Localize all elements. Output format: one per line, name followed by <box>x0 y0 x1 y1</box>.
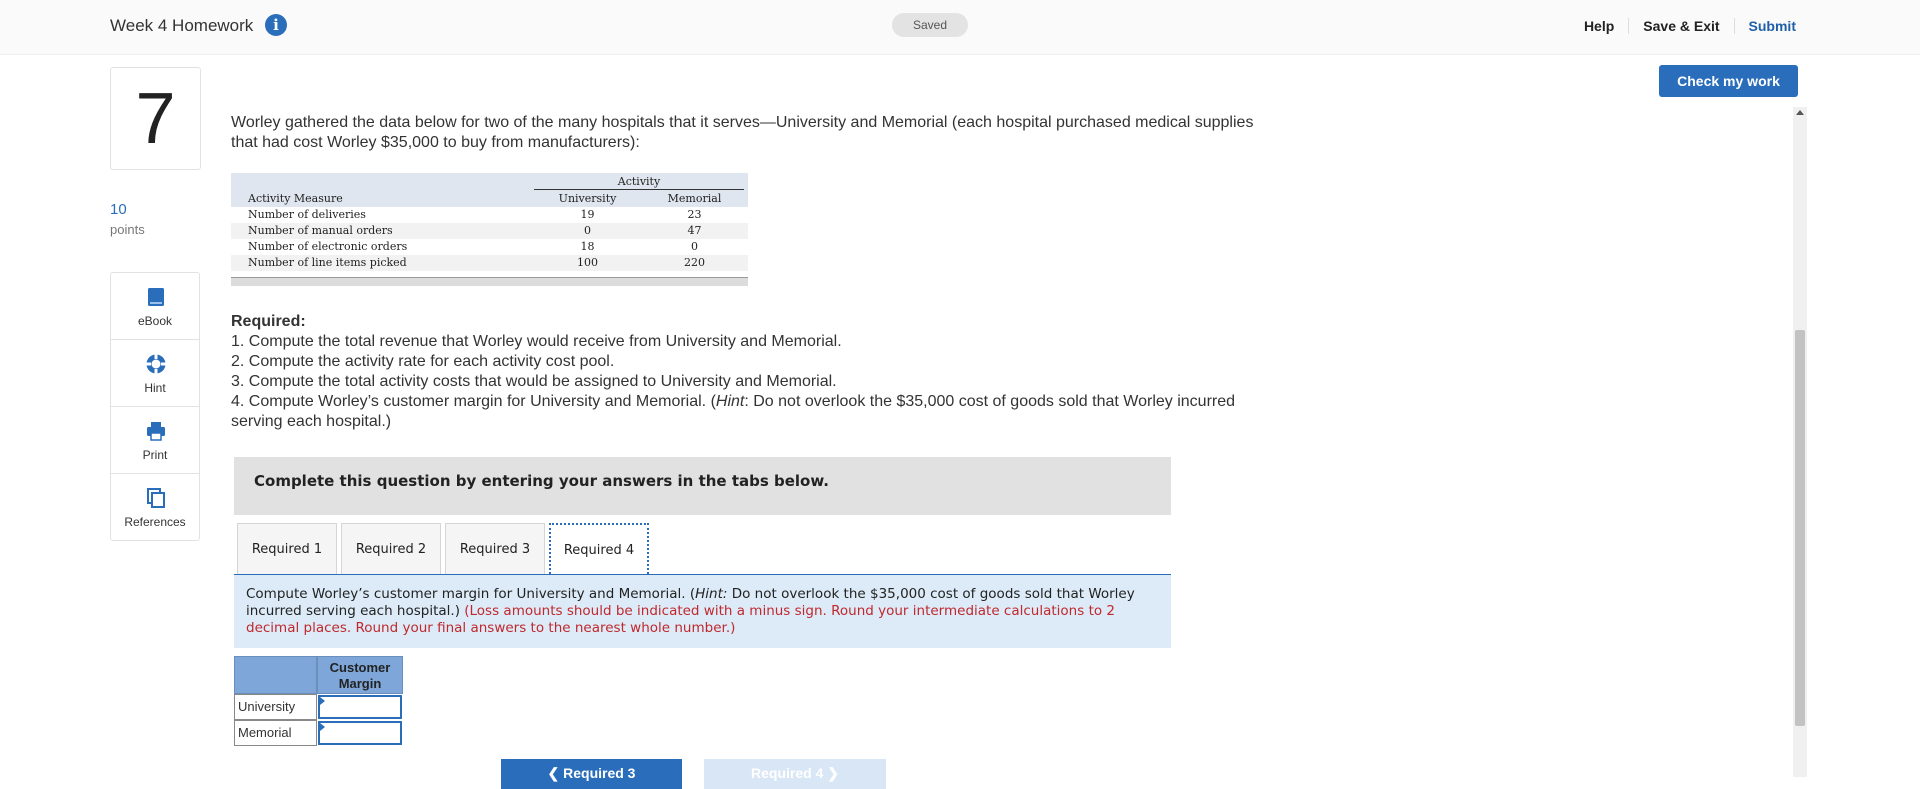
memorial-value: 220 <box>684 256 705 269</box>
memorial-margin-input[interactable] <box>318 721 402 745</box>
input-marker-icon <box>320 723 325 731</box>
answer-header-customer-margin: Customer Margin <box>317 656 403 694</box>
required-item-4-start: 4. Compute Worley’s customer margin for … <box>231 393 716 410</box>
memorial-value: 23 <box>687 208 702 221</box>
answer-row-label-memorial: Memorial <box>234 720 317 746</box>
check-my-work-button[interactable]: Check my work <box>1659 65 1798 97</box>
info-icon[interactable]: i <box>265 14 287 36</box>
hint-tool[interactable]: Hint <box>111 340 199 407</box>
points-value: 10 <box>110 201 127 218</box>
input-marker-icon <box>320 697 325 705</box>
table-row: Number of electronic orders 18 0 <box>231 239 748 255</box>
university-margin-input[interactable] <box>318 695 402 719</box>
references-tool[interactable]: References <box>111 474 199 540</box>
header-activity-measure: Activity Measure <box>248 192 343 205</box>
ebook-label: eBook <box>137 314 173 328</box>
help-link[interactable]: Help <box>1570 18 1628 34</box>
answer-header-blank <box>234 656 317 694</box>
row-label: Number of manual orders <box>248 224 393 237</box>
references-icon <box>147 488 165 508</box>
table-row: Number of deliveries 19 23 <box>231 207 748 223</box>
instruction-hint-word: Hint: <box>695 586 728 602</box>
university-value: 0 <box>584 224 591 237</box>
required-section: Required: 1. Compute the total revenue t… <box>231 312 1271 432</box>
memorial-value: 0 <box>691 240 698 253</box>
hint-word: Hint <box>715 393 745 410</box>
question-number-box: 7 <box>110 67 201 170</box>
row-label: Number of line items picked <box>248 256 407 269</box>
answer-row-label-university: University <box>234 694 317 720</box>
references-label: References <box>124 515 186 529</box>
header-nav: Help Save & Exit Submit <box>1570 18 1796 34</box>
required-item-2: 2. Compute the activity rate for each ac… <box>231 353 615 370</box>
row-label: Number of electronic orders <box>248 240 408 253</box>
question-number: 7 <box>135 79 176 159</box>
points-label: points <box>110 222 145 237</box>
book-icon <box>148 288 164 306</box>
table-footer-bar <box>231 277 748 286</box>
required-tabs: Required 1 Required 2 Required 3 Require… <box>237 523 653 574</box>
header-university: University <box>558 192 617 205</box>
complete-prompt: Complete this question by entering your … <box>254 472 829 490</box>
submit-link[interactable]: Submit <box>1733 18 1796 34</box>
previous-required-button[interactable]: ❮ Required 3 <box>501 759 682 789</box>
complete-question-banner: Complete this question by entering your … <box>234 457 1171 515</box>
scroll-up-icon[interactable] <box>1796 110 1804 115</box>
top-bar: Week 4 Homework i Saved Help Save & Exit… <box>0 0 1920 55</box>
question-intro: Worley gathered the data below for two o… <box>231 114 1254 151</box>
activity-group-header: Activity <box>534 175 744 190</box>
header-memorial: Memorial <box>667 192 722 205</box>
table-header-row: Activity Measure University Memorial <box>231 191 748 207</box>
hint-label: Hint <box>144 381 166 395</box>
tab-required-2[interactable]: Required 2 <box>341 523 441 574</box>
required-item-4: 4. Compute Worley’s customer margin for … <box>231 392 1271 432</box>
required-item-1: 1. Compute the total revenue that Worley… <box>231 333 842 350</box>
memorial-value: 47 <box>687 224 702 237</box>
instruction-text-a: Compute Worley’s customer margin for Uni… <box>246 586 696 602</box>
university-value: 18 <box>580 240 595 253</box>
print-tool[interactable]: Print <box>111 407 199 474</box>
tab-required-3[interactable]: Required 3 <box>445 523 545 574</box>
saved-status-badge: Saved <box>892 13 968 37</box>
lifebuoy-icon <box>146 354 166 374</box>
required-heading: Required: <box>231 313 306 330</box>
ebook-tool[interactable]: eBook <box>111 273 199 340</box>
scrollbar-thumb[interactable] <box>1795 330 1805 726</box>
table-row: Number of manual orders 0 47 <box>231 223 748 239</box>
next-required-button[interactable]: Required 4 ❯ <box>704 759 886 789</box>
print-label: Print <box>142 448 168 462</box>
table-row: Number of line items picked 100 220 <box>231 255 748 271</box>
required-item-3: 3. Compute the total activity costs that… <box>231 373 837 390</box>
university-value: 19 <box>580 208 595 221</box>
tab-required-4[interactable]: Required 4 <box>549 523 649 574</box>
assignment-title: Week 4 Homework <box>110 16 254 35</box>
tools-panel: eBook Hint Print References <box>110 272 200 541</box>
tab-required-1[interactable]: Required 1 <box>237 523 337 574</box>
printer-icon <box>147 422 165 441</box>
instructions-box: Compute Worley’s customer margin for Uni… <box>234 575 1171 648</box>
university-value: 100 <box>577 256 598 269</box>
row-label: Number of deliveries <box>248 208 366 221</box>
save-exit-link[interactable]: Save & Exit <box>1628 18 1733 34</box>
